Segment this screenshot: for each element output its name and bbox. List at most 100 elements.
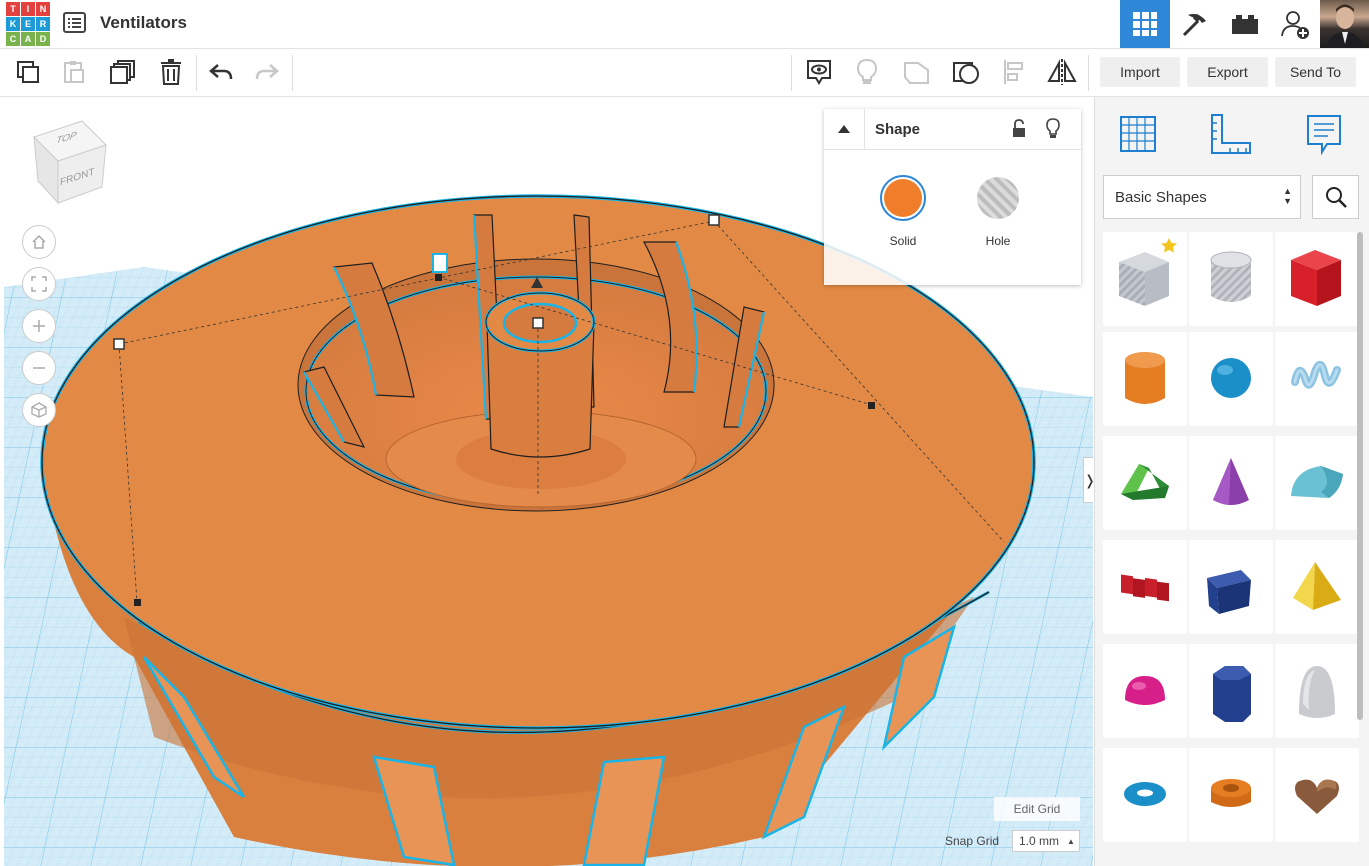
- 3d-view-button[interactable]: [1120, 0, 1170, 48]
- zoom-out-button[interactable]: [22, 351, 56, 385]
- collapse-panel-button[interactable]: ❭: [1083, 457, 1093, 503]
- box-hole-icon: [1119, 238, 1177, 306]
- shape-box[interactable]: [1275, 232, 1359, 326]
- shape-roof[interactable]: [1103, 436, 1187, 530]
- lightbulb-icon: [1046, 118, 1060, 138]
- shape-category-value: Basic Shapes: [1115, 188, 1207, 206]
- shape-category-select[interactable]: Basic Shapes ▲ ▼: [1103, 175, 1301, 219]
- edge-handle[interactable]: [134, 599, 141, 606]
- shapes-panel: Basic Shapes ▲ ▼: [1094, 97, 1369, 866]
- logo-letter: A: [21, 32, 35, 46]
- edge-handle[interactable]: [435, 274, 442, 281]
- bricks-icon: [1232, 15, 1258, 34]
- shape-heart[interactable]: [1275, 748, 1359, 842]
- delete-button[interactable]: [148, 49, 194, 95]
- notes-tool-button[interactable]: [1301, 111, 1347, 157]
- home-view-button[interactable]: [22, 225, 56, 259]
- design-title[interactable]: Ventilators: [100, 13, 187, 33]
- undo-button[interactable]: [198, 49, 244, 95]
- resize-handle[interactable]: [113, 338, 125, 350]
- solid-label: Solid: [889, 234, 917, 248]
- shape-round-roof[interactable]: [1275, 436, 1359, 530]
- resize-handle[interactable]: [708, 214, 720, 226]
- hide-button[interactable]: [1045, 118, 1065, 140]
- edit-grid-button[interactable]: Edit Grid: [994, 797, 1080, 821]
- hole-button[interactable]: [977, 177, 1019, 219]
- shapes-scrollbar[interactable]: [1357, 232, 1363, 720]
- workplane-tool-button[interactable]: [1115, 111, 1161, 157]
- snap-grid-value: 1.0 mm: [1019, 834, 1060, 848]
- blocks-view-button[interactable]: [1170, 0, 1220, 48]
- height-handle[interactable]: [532, 317, 544, 329]
- solid-swatch: [884, 179, 922, 217]
- snap-grid-select[interactable]: 1.0 mm ▲: [1012, 830, 1080, 852]
- eye-comment-icon: [807, 60, 831, 85]
- toolbar-divider: [791, 55, 792, 91]
- shape-tube[interactable]: [1189, 748, 1273, 842]
- fit-view-button[interactable]: [22, 267, 56, 301]
- ruler-tool-button[interactable]: [1208, 111, 1254, 157]
- light-bulb-button[interactable]: [844, 49, 890, 95]
- shape-paraboloid[interactable]: [1275, 644, 1359, 738]
- shape-half-sphere[interactable]: [1103, 644, 1187, 738]
- shape-text[interactable]: [1103, 540, 1187, 634]
- align-button[interactable]: [991, 49, 1037, 95]
- send-to-button[interactable]: Send To: [1275, 57, 1356, 87]
- hole-label: Hole: [985, 234, 1011, 248]
- lock-button[interactable]: [1011, 119, 1031, 139]
- cylinder-icon: [1125, 352, 1165, 404]
- shape-cone[interactable]: [1189, 436, 1273, 530]
- shape-scribble[interactable]: [1275, 332, 1359, 426]
- add-user-icon: [1281, 11, 1309, 39]
- logo-letter: E: [21, 17, 35, 31]
- shape-torus[interactable]: [1103, 748, 1187, 842]
- trash-icon: [161, 59, 181, 85]
- note-icon: [1307, 115, 1341, 156]
- solid-color-button[interactable]: [880, 175, 926, 221]
- copy-icon: [17, 61, 39, 83]
- triangle-up-icon: [838, 125, 850, 133]
- bricks-view-button[interactable]: [1220, 0, 1270, 48]
- top-bar: T I N K E R C A D Ventilators: [0, 0, 1369, 49]
- text-3d-icon: [1121, 574, 1169, 602]
- shape-search-button[interactable]: [1312, 175, 1359, 219]
- shape-polygon[interactable]: [1189, 644, 1273, 738]
- redo-button[interactable]: [244, 49, 290, 95]
- add-user-button[interactable]: [1270, 0, 1320, 48]
- shape-cylinder-hole[interactable]: [1189, 232, 1273, 326]
- perspective-button[interactable]: [22, 393, 56, 427]
- notes-button[interactable]: [796, 49, 842, 95]
- cube-icon: [31, 402, 47, 418]
- edge-handle[interactable]: [868, 402, 875, 409]
- snap-grid-label: Snap Grid: [945, 834, 1000, 848]
- inspector-title: Shape: [875, 121, 921, 138]
- shape-wedge-box[interactable]: [1189, 540, 1273, 634]
- export-button[interactable]: Export: [1187, 57, 1268, 87]
- heart-icon: [1295, 779, 1339, 814]
- toolbar-divider: [196, 55, 197, 91]
- zoom-in-button[interactable]: [22, 309, 56, 343]
- tinkercad-logo[interactable]: T I N K E R C A D: [6, 2, 50, 46]
- logo-letter: D: [36, 32, 50, 46]
- design-list-icon[interactable]: [63, 12, 87, 34]
- shape-pyramid[interactable]: [1275, 540, 1359, 634]
- caret-up-icon: ▲: [1067, 836, 1075, 846]
- ungroup-button[interactable]: [943, 49, 989, 95]
- view-cube[interactable]: TOP FRONT: [30, 117, 110, 207]
- shape-box-hole[interactable]: [1103, 232, 1187, 326]
- cylinder-hole-icon: [1210, 251, 1252, 302]
- resize-handle[interactable]: [432, 253, 448, 273]
- group-button[interactable]: [893, 49, 939, 95]
- avatar[interactable]: [1320, 0, 1369, 48]
- import-button[interactable]: Import: [1100, 57, 1180, 87]
- scribble-icon: [1291, 361, 1341, 389]
- collapse-inspector-button[interactable]: [824, 109, 865, 150]
- roof-icon: [1121, 464, 1169, 500]
- lightbulb-icon: [856, 58, 878, 84]
- shape-cylinder[interactable]: [1103, 332, 1187, 426]
- copy-button[interactable]: [5, 49, 51, 95]
- duplicate-button[interactable]: [100, 49, 146, 95]
- mirror-button[interactable]: [1039, 49, 1085, 95]
- shape-sphere[interactable]: [1189, 332, 1273, 426]
- paste-button[interactable]: [51, 49, 97, 95]
